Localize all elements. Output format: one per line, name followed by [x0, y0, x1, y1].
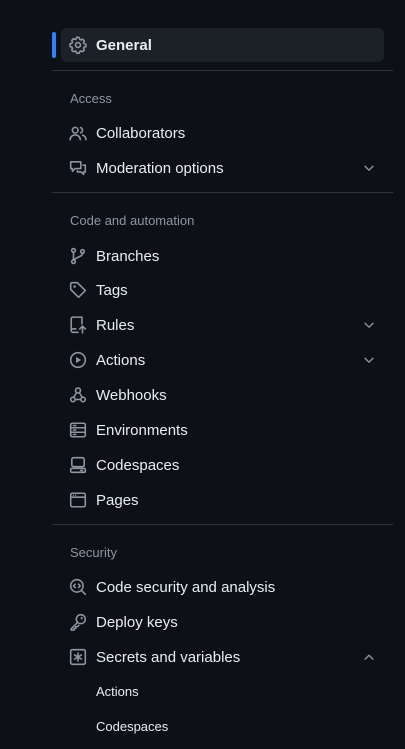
sidebar-item-code-security[interactable]: Code security and analysis	[61, 570, 384, 604]
chevron-down-icon	[362, 318, 376, 332]
sidebar-item-collaborators[interactable]: Collaborators	[61, 116, 384, 150]
codespaces-icon	[69, 456, 87, 474]
server-icon	[69, 421, 87, 439]
codescan-icon	[69, 578, 87, 596]
divider	[52, 524, 393, 525]
sidebar-subitem-secrets-actions[interactable]: Actions	[61, 676, 384, 706]
sidebar-item-environments[interactable]: Environments	[61, 413, 384, 447]
people-icon	[69, 124, 87, 142]
section-heading-code-and-automation: Code and automation	[70, 213, 195, 228]
repo-push-icon	[69, 316, 87, 334]
git-branch-icon	[69, 247, 87, 265]
divider	[52, 192, 393, 193]
sidebar-subitem-label: Codespaces	[96, 718, 169, 734]
comment-discussion-icon	[69, 159, 87, 177]
sidebar-item-codespaces[interactable]: Codespaces	[61, 448, 384, 482]
sidebar-item-label: General	[96, 36, 152, 54]
sidebar-item-label: Webhooks	[96, 386, 167, 404]
chevron-down-icon	[362, 161, 376, 175]
sidebar-item-pages[interactable]: Pages	[61, 483, 384, 517]
sidebar-subitem-secrets-codespaces[interactable]: Codespaces	[61, 711, 384, 741]
tag-icon	[69, 281, 87, 299]
sidebar-item-secrets-and-variables[interactable]: Secrets and variables	[61, 640, 384, 674]
browser-icon	[69, 491, 87, 509]
sidebar-item-label: Tags	[96, 281, 128, 299]
sidebar-item-webhooks[interactable]: Webhooks	[61, 378, 384, 412]
section-heading-security: Security	[70, 545, 117, 560]
sidebar-item-label: Rules	[96, 316, 135, 334]
sidebar-item-label: Pages	[96, 491, 139, 509]
webhook-icon	[69, 386, 87, 404]
sidebar-item-label: Actions	[96, 351, 146, 369]
sidebar-item-rules[interactable]: Rules	[61, 308, 384, 342]
sidebar-item-branches[interactable]: Branches	[61, 239, 384, 273]
sidebar-item-actions[interactable]: Actions	[61, 343, 384, 377]
sidebar-item-deploy-keys[interactable]: Deploy keys	[61, 605, 384, 639]
sidebar-item-moderation-options[interactable]: Moderation options	[61, 151, 384, 185]
divider	[52, 70, 393, 71]
sidebar-item-tags[interactable]: Tags	[61, 273, 384, 307]
sidebar-item-label: Collaborators	[96, 124, 186, 142]
sidebar-item-label: Moderation options	[96, 159, 224, 177]
sidebar-item-label: Code security and analysis	[96, 578, 276, 596]
chevron-down-icon	[362, 353, 376, 367]
sidebar-item-label: Branches	[96, 247, 160, 265]
sidebar-item-general[interactable]: General	[61, 28, 384, 62]
sidebar-item-label: Deploy keys	[96, 613, 178, 631]
key-icon	[69, 613, 87, 631]
sidebar-item-label: Codespaces	[96, 456, 180, 474]
sidebar-item-label: Environments	[96, 421, 188, 439]
sidebar-subitem-label: Actions	[96, 683, 139, 699]
play-icon	[69, 351, 87, 369]
selected-indicator	[52, 32, 56, 58]
gear-icon	[69, 36, 87, 54]
section-heading-access: Access	[70, 91, 112, 106]
sidebar-item-label: Secrets and variables	[96, 648, 241, 666]
asterisk-icon	[69, 648, 87, 666]
chevron-up-icon	[362, 650, 376, 664]
